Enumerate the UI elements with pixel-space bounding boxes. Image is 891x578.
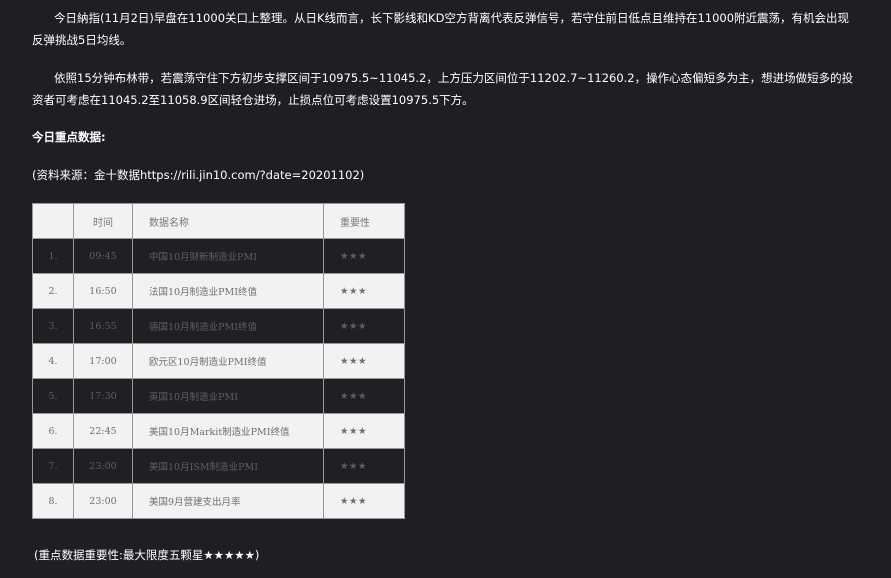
table-row: 7. 23:00 美国10月ISM制造业PMI ★★★ [32,448,405,484]
row-index: 1. [32,238,74,274]
row-index: 8. [32,483,74,519]
row-importance-stars: ★★★ [323,343,405,379]
row-importance-stars: ★★★ [323,273,405,309]
header-index [32,203,74,239]
analysis-paragraph-daily: 今日納指(11月2日)早盘在11000关口上整理。从日K线而言，长下影线和KD空… [32,11,850,47]
data-source-line: (资料来源：金十数据https://rili.jin10.com/?date=2… [32,168,365,182]
row-data-name: 中国10月财新制造业PMI [132,238,324,274]
table-row: 8. 23:00 美国9月营建支出月率 ★★★ [32,483,405,519]
row-time: 23:00 [73,448,133,484]
row-time: 09:45 [73,238,133,274]
row-data-name: 美国9月营建支出月率 [132,483,324,519]
row-time: 17:30 [73,378,133,414]
header-data-name: 数据名称 [132,203,324,239]
row-index: 6. [32,413,74,449]
row-importance-stars: ★★★ [323,448,405,484]
analysis-paragraph-bollinger: 依照15分钟布林带，若震荡守住下方初步支撑区间于10975.5~11045.2，… [32,71,854,107]
row-time: 16:55 [73,308,133,344]
header-time: 时间 [73,203,133,239]
economic-calendar-table: 时间 数据名称 重要性 1. 09:45 中国10月财新制造业PMI ★★★ 2… [32,203,405,519]
table-row: 2. 16:50 法国10月制造业PMI终值 ★★★ [32,273,405,309]
row-data-name: 美国10月ISM制造业PMI [132,448,324,484]
row-time: 17:00 [73,343,133,379]
row-importance-stars: ★★★ [323,483,405,519]
table-row: 3. 16:55 德国10月制造业PMI终值 ★★★ [32,308,405,344]
row-importance-stars: ★★★ [323,308,405,344]
table-row: 5. 17:30 英国10月制造业PMI ★★★ [32,378,405,414]
row-time: 23:00 [73,483,133,519]
row-index: 2. [32,273,74,309]
row-index: 3. [32,308,74,344]
row-data-name: 法国10月制造业PMI终值 [132,273,324,309]
row-index: 4. [32,343,74,379]
row-data-name: 美国10月Markit制造业PMI终值 [132,413,324,449]
row-time: 22:45 [73,413,133,449]
table-row: 4. 17:00 欧元区10月制造业PMI终值 ★★★ [32,343,405,379]
table-header-row: 时间 数据名称 重要性 [32,203,405,239]
key-data-heading: 今日重点数据: [32,130,106,144]
table-row: 6. 22:45 美国10月Markit制造业PMI终值 ★★★ [32,413,405,449]
row-time: 16:50 [73,273,133,309]
row-importance-stars: ★★★ [323,378,405,414]
row-data-name: 欧元区10月制造业PMI终值 [132,343,324,379]
table-row: 1. 09:45 中国10月财新制造业PMI ★★★ [32,238,405,274]
row-data-name: 英国10月制造业PMI [132,378,324,414]
importance-footnote: (重点数据重要性:最大限度五颗星★★★★★) [34,548,260,562]
row-index: 7. [32,448,74,484]
row-data-name: 德国10月制造业PMI终值 [132,308,324,344]
header-importance: 重要性 [323,203,405,239]
row-importance-stars: ★★★ [323,238,405,274]
row-index: 5. [32,378,74,414]
row-importance-stars: ★★★ [323,413,405,449]
